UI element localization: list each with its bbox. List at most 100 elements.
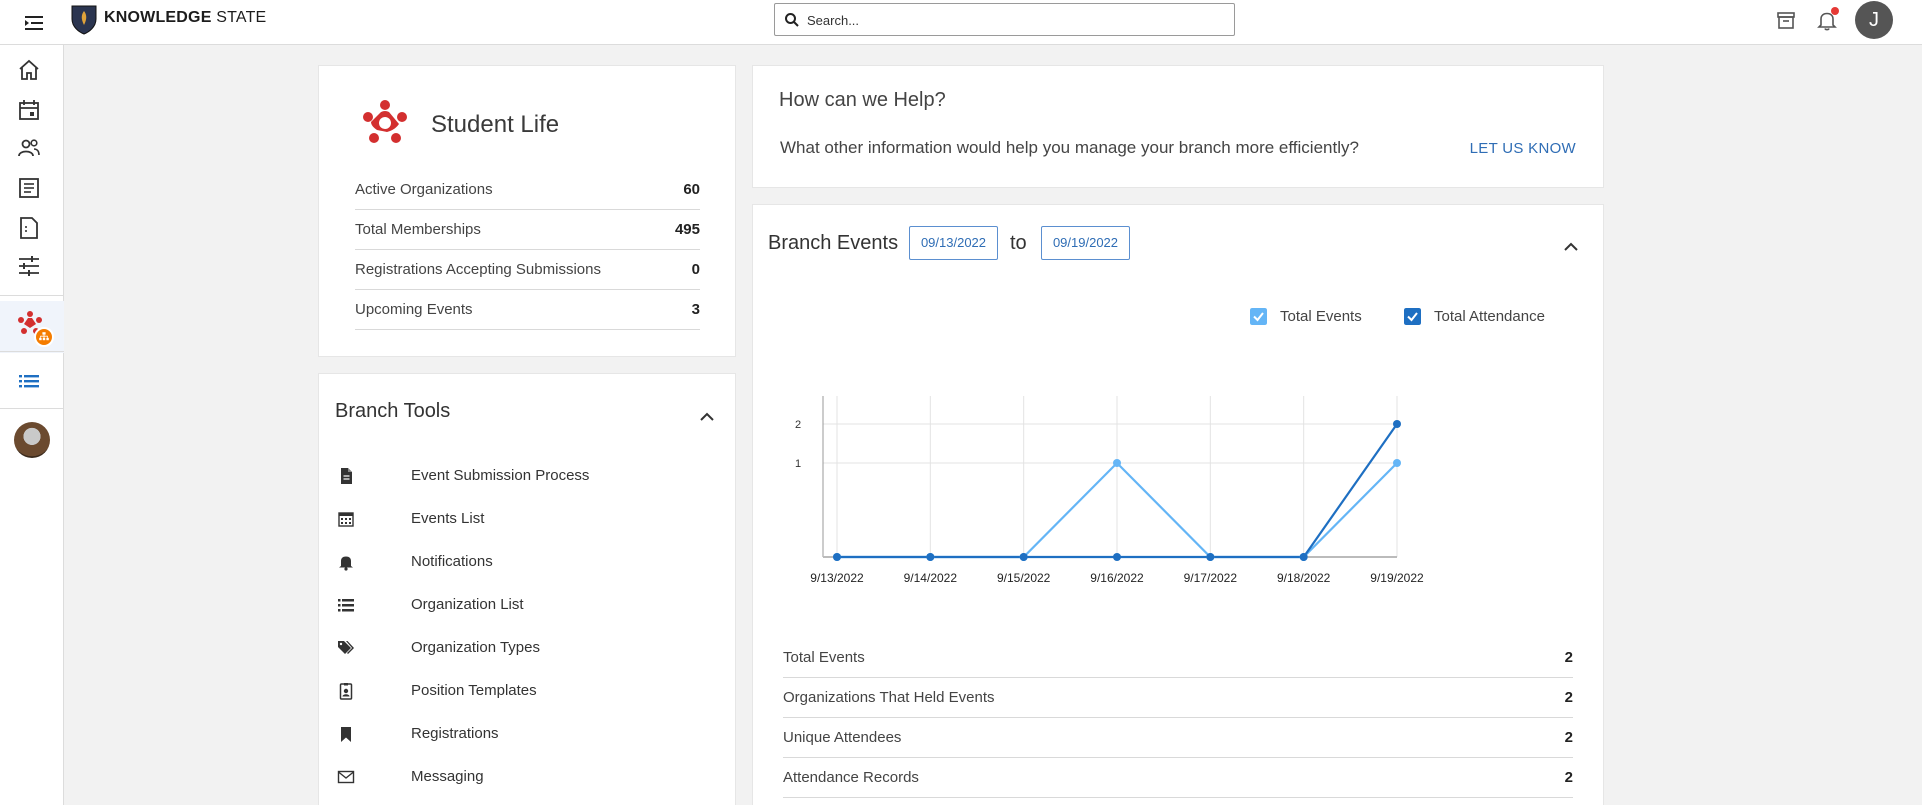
stat-label: Attendance Records	[783, 769, 919, 786]
chevron-up-icon[interactable]	[698, 411, 716, 423]
bell-icon	[339, 556, 353, 571]
start-date-field[interactable]: 09/13/2022	[909, 226, 998, 260]
calendar-icon	[338, 512, 354, 527]
data-point	[1393, 420, 1401, 428]
help-card: How can we Help? What other information …	[752, 65, 1604, 188]
stat-label: Active Organizations	[355, 181, 493, 198]
stat-label: Total Memberships	[355, 221, 481, 238]
stat-value: 60	[683, 181, 700, 198]
people-icon[interactable]	[16, 135, 42, 161]
student-life-logo	[363, 100, 407, 143]
stat-value: 495	[674, 221, 700, 238]
document-form-icon[interactable]	[16, 215, 42, 241]
x-tick-label: 9/17/2022	[1184, 571, 1238, 585]
branch-events-card: Branch Events 09/13/2022 to 09/19/2022 T…	[752, 204, 1604, 805]
data-point	[1299, 553, 1308, 561]
stat-label: Total Events	[783, 649, 865, 666]
document-icon	[341, 468, 352, 484]
stat-value: 2	[1564, 689, 1573, 706]
search-icon	[785, 13, 799, 27]
x-tick-label: 9/19/2022	[1370, 571, 1424, 585]
help-title: How can we Help?	[779, 89, 946, 111]
tool-notifications[interactable]: Notifications	[337, 547, 717, 577]
article-icon[interactable]	[16, 175, 42, 201]
data-point	[1206, 553, 1215, 561]
stat-value: 2	[1564, 649, 1573, 666]
stat-value: 0	[691, 261, 700, 278]
user-profile-photo[interactable]	[14, 422, 50, 458]
brand-name-rest: STATE	[216, 9, 267, 26]
student-life-title[interactable]: Student Life	[431, 111, 559, 139]
stat-row-total-memberships: Total Memberships 495	[355, 210, 700, 250]
y-tick-label: 2	[795, 419, 801, 431]
stat-row-active-organizations: Active Organizations 60	[355, 170, 700, 210]
branch-badge-icon	[34, 327, 54, 347]
branch-events-title: Branch Events	[768, 232, 899, 254]
legend-total-attendance[interactable]: Total Attendance	[1404, 306, 1554, 328]
tool-position-templates[interactable]: Position Templates	[337, 676, 717, 706]
legend-label: Total Attendance	[1434, 308, 1545, 325]
tool-events-list[interactable]: Events List	[337, 504, 717, 534]
university-shield-logo	[71, 5, 97, 35]
stat-value: 2	[1564, 769, 1573, 786]
tool-organization-list[interactable]: Organization List	[337, 590, 717, 620]
archive-icon[interactable]	[1774, 8, 1798, 32]
tool-messaging[interactable]: Messaging	[337, 762, 717, 792]
stat-row-registrations-accepting: Registrations Accepting Submissions 0	[355, 250, 700, 290]
tool-registrations[interactable]: Registrations	[337, 719, 717, 749]
tool-label: Messaging	[411, 768, 484, 785]
tool-label: Organization List	[411, 596, 524, 613]
tool-label: Position Templates	[411, 682, 537, 699]
home-icon[interactable]	[16, 57, 42, 83]
id-badge-icon	[339, 683, 353, 700]
notification-dot	[1831, 7, 1839, 15]
tool-label: Notifications	[411, 553, 493, 570]
tool-label: Events List	[411, 510, 485, 527]
user-avatar[interactable]: J	[1855, 1, 1893, 39]
checkbox-checked-icon[interactable]	[1250, 308, 1267, 325]
let-us-know-link[interactable]: LET US KNOW	[1470, 140, 1576, 157]
calendar-icon[interactable]	[16, 97, 42, 123]
tune-settings-icon[interactable]	[16, 253, 42, 279]
list-icon[interactable]	[16, 368, 42, 394]
menu-toggle-icon[interactable]	[22, 11, 46, 35]
tool-organization-types[interactable]: Organization Types	[337, 633, 717, 663]
nav-divider	[0, 295, 64, 296]
data-point	[926, 553, 935, 561]
tool-label: Event Submission Process	[411, 467, 590, 484]
stat-value: 3	[691, 301, 700, 318]
x-tick-label: 9/18/2022	[1277, 571, 1331, 585]
nav-divider	[0, 351, 64, 352]
stat-label: Registrations Accepting Submissions	[355, 261, 601, 278]
side-navigation	[0, 45, 64, 805]
date-range-to-label: to	[1010, 232, 1027, 254]
stat-value: 2	[1564, 729, 1573, 746]
y-tick-label: 1	[795, 458, 801, 470]
envelope-icon	[337, 770, 355, 784]
end-date-field[interactable]: 09/19/2022	[1041, 226, 1130, 260]
brand-name[interactable]: KNOWLEDGE STATE	[104, 9, 266, 27]
event-stat-unique-attendees: Unique Attendees 2	[783, 718, 1573, 758]
checkbox-checked-icon[interactable]	[1404, 308, 1421, 325]
chevron-up-icon[interactable]	[1562, 241, 1580, 253]
top-bar: KNOWLEDGE STATE J	[0, 0, 1922, 45]
search-input[interactable]	[807, 10, 1227, 30]
nav-divider	[0, 408, 64, 409]
x-tick-label: 9/15/2022	[997, 571, 1051, 585]
stat-label: Upcoming Events	[355, 301, 473, 318]
search-box	[774, 3, 1235, 36]
data-point	[1019, 553, 1028, 561]
legend-label: Total Events	[1280, 308, 1362, 325]
stat-row-upcoming-events: Upcoming Events 3	[355, 290, 700, 330]
event-stat-organizations-held-events: Organizations That Held Events 2	[783, 678, 1573, 718]
bookmark-icon	[341, 727, 351, 742]
data-point	[1113, 459, 1121, 467]
tool-event-submission-process[interactable]: Event Submission Process	[337, 461, 717, 491]
legend-total-events[interactable]: Total Events	[1250, 306, 1370, 328]
brand-name-bold: KNOWLEDGE	[104, 9, 212, 26]
branch-events-line-chart: 1 2 9/13/2022 9/14/2022 9/15/2022 9/16/2022 9/…	[795, 396, 1424, 585]
x-tick-label: 9/13/2022	[810, 571, 864, 585]
stat-label: Organizations That Held Events	[783, 689, 995, 706]
branch-tools-title: Branch Tools	[335, 400, 451, 422]
list-icon	[338, 599, 354, 612]
